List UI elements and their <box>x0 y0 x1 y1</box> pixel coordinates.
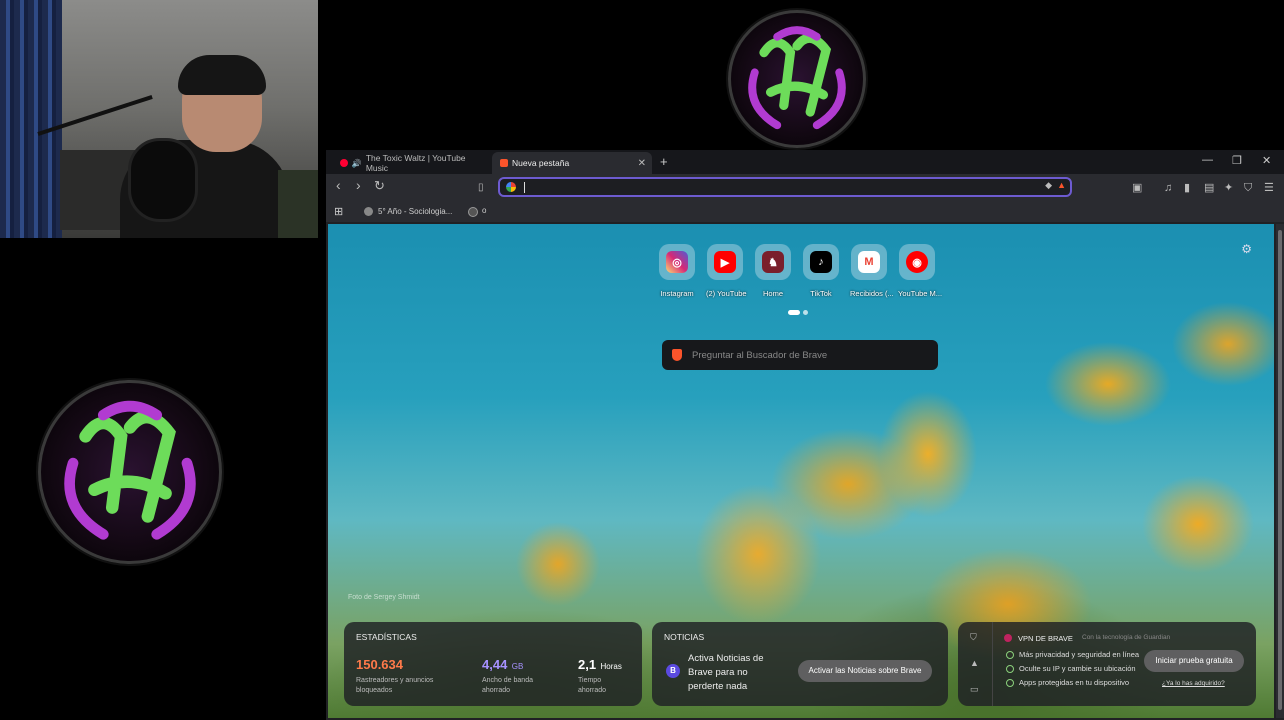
speaker-icon[interactable]: 🔊 <box>352 159 362 168</box>
widget-icon[interactable]: ▭ <box>970 684 979 695</box>
top-sites: ◎ Instagram ▶ (2) YouTube ♞ Home ♪ TikTo… <box>658 244 942 298</box>
reload-button[interactable]: ↻ <box>374 179 385 193</box>
music-icon[interactable]: ♫ <box>1164 181 1172 195</box>
brave-browser-window: 🔊 The Toxic Waltz | YouTube Music Nueva … <box>326 150 1284 720</box>
google-icon <box>506 182 516 192</box>
youtube-icon: ▶ <box>714 251 736 273</box>
activate-news-button[interactable]: Activar las Noticias sobre Brave <box>798 660 932 682</box>
shortcut-gmail[interactable]: M Recibidos (... <box>850 244 894 298</box>
settings-gear-icon[interactable]: ⚙ <box>1241 242 1252 256</box>
photo-credit[interactable]: Foto de Sergey Shmidt <box>348 594 420 601</box>
stats-card: ESTADÍSTICAS 150.634 Rastreadores y anun… <box>344 622 642 706</box>
brave-search-box[interactable]: Preguntar al Buscador de Brave <box>662 340 938 370</box>
webcam-feed <box>0 0 318 238</box>
tiktok-icon: ♪ <box>810 251 832 273</box>
bookmark-icon[interactable]: ▯ <box>478 181 484 195</box>
restore-button[interactable]: ❐ <box>1232 154 1242 167</box>
news-card: NOTICIAS B Activa Noticias de Brave para… <box>652 622 948 706</box>
circle-icon <box>468 207 478 217</box>
brave-news-icon: B <box>666 664 680 678</box>
brave-lion-icon <box>672 349 682 361</box>
text-caret <box>524 182 525 193</box>
curtain <box>0 0 62 238</box>
new-tab-page: ⚙ ◎ Instagram ▶ (2) YouTube ♞ Home ♪ Tik… <box>328 224 1274 718</box>
close-window-button[interactable]: ✕ <box>1262 154 1271 167</box>
close-tab-icon[interactable]: ✕ <box>638 158 646 169</box>
new-tab-button[interactable]: + <box>660 154 668 169</box>
already-purchased-link[interactable]: ¿Ya lo has adquirido? <box>1162 680 1225 687</box>
instagram-icon: ◎ <box>666 251 688 273</box>
scroll-thumb[interactable] <box>1278 230 1282 710</box>
shortcut-youtube[interactable]: ▶ (2) YouTube <box>706 244 747 298</box>
start-trial-button[interactable]: Iniciar prueba gratuita <box>1144 650 1244 672</box>
microphone <box>128 138 198 222</box>
globe-icon <box>364 207 373 216</box>
vpn-powered-by: Con la tecnología de Guardian <box>1082 634 1171 641</box>
bookmark-item[interactable]: o <box>482 206 486 215</box>
vpn-feature: Apps protegidas en tu dispositivo <box>1006 678 1129 687</box>
shortcut-youtube-music[interactable]: ◉ YouTube M... <box>898 244 942 298</box>
tab-new-tab[interactable]: Nueva pestaña ✕ <box>492 152 652 174</box>
news-text: Activa Noticias de Brave para no perdert… <box>688 653 764 692</box>
channel-logo-side <box>38 380 222 564</box>
leo-icon[interactable]: ✦ <box>1224 181 1233 195</box>
shortcut-home[interactable]: ♞ Home <box>754 244 792 298</box>
address-bar[interactable]: ◆ ▲ <box>498 177 1072 197</box>
minimize-button[interactable]: — <box>1202 154 1213 166</box>
person-hair <box>178 55 266 95</box>
vpn-title: VPN DE BRAVE <box>1018 634 1073 643</box>
shortcut-tiktok[interactable]: ♪ TikTok <box>802 244 840 298</box>
vpn-icon[interactable]: ⛉ <box>1244 181 1252 195</box>
apps-icon[interactable]: ⊞ <box>334 205 343 218</box>
background-equipment <box>278 170 318 238</box>
shortcut-instagram[interactable]: ◎ Instagram <box>658 244 696 298</box>
tab-youtube-music[interactable]: 🔊 The Toxic Waltz | YouTube Music <box>332 152 488 174</box>
channel-logo-top <box>728 10 866 148</box>
top-sites-pager[interactable] <box>788 310 808 315</box>
wallet-icon[interactable]: ▤ <box>1204 181 1214 195</box>
vpn-feature: Más privacidad y seguridad en línea <box>1006 650 1139 659</box>
menu-icon[interactable]: ☰ <box>1264 181 1274 195</box>
tab-label: The Toxic Waltz | YouTube Music <box>365 153 466 173</box>
stat-time: 2,1 Horas Tiempo ahorrado <box>578 657 622 694</box>
widget-switcher: ⛉ ▲ ▭ <box>958 622 993 706</box>
brave-shields-icon[interactable]: ◆ ▲ <box>1045 180 1066 191</box>
news-title: NOTICIAS <box>664 632 705 642</box>
leo-sidebar-icon[interactable]: ▣ <box>1132 181 1142 195</box>
youtube-music-icon <box>340 159 348 167</box>
stats-title: ESTADÍSTICAS <box>356 632 417 642</box>
toolbar: ‹ › ↻ ▯ ◆ ▲ ▣ ♫ ▮ ▤ ✦ ⛉ ☰ <box>326 174 1284 202</box>
vpn-card: ⛉ ▲ ▭ VPN DE BRAVE Con la tecnología de … <box>958 622 1256 706</box>
tab-label: Nueva pestaña <box>512 158 570 168</box>
vpn-shield-icon[interactable]: ⛉ <box>970 632 977 643</box>
search-placeholder: Preguntar al Buscador de Brave <box>692 349 828 361</box>
gmail-icon: M <box>858 251 880 273</box>
page-scrollbar[interactable] <box>1276 224 1284 718</box>
sidebar-icon[interactable]: ▮ <box>1184 181 1190 195</box>
bookmark-item[interactable]: 5° Año - Sociologia... <box>378 207 452 216</box>
warning-icon[interactable]: ▲ <box>970 658 979 668</box>
youtube-music-icon: ◉ <box>906 251 928 273</box>
forward-button[interactable]: › <box>356 178 361 192</box>
brave-lion-icon <box>500 159 508 167</box>
back-button[interactable]: ‹ <box>336 178 341 192</box>
stat-bandwidth: 4,44 GB Ancho de banda ahorrado <box>482 657 533 694</box>
tab-bar: 🔊 The Toxic Waltz | YouTube Music Nueva … <box>326 150 1284 174</box>
vpn-logo-icon <box>1004 634 1012 642</box>
bookmarks-bar: ⊞ 5° Año - Sociologia... o <box>326 202 1284 222</box>
vpn-feature: Oculte su IP y cambie su ubicación <box>1006 664 1136 673</box>
stat-trackers: 150.634 Rastreadores y anuncios bloquead… <box>356 657 434 694</box>
home-site-icon: ♞ <box>762 251 784 273</box>
